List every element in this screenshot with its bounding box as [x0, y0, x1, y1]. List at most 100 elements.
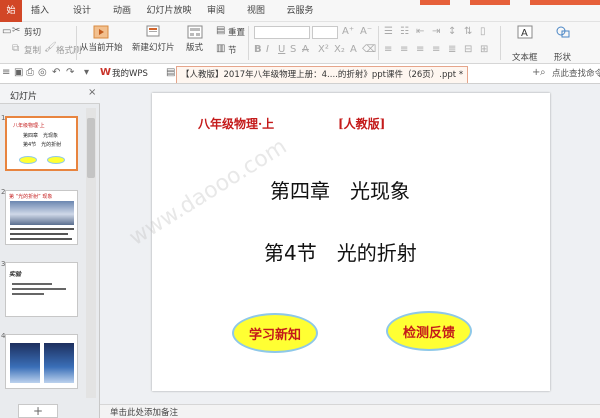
line-spacing-icon[interactable]: ↕ — [448, 26, 456, 37]
menu-bar: 始 插入 设计 动画 幻灯片放映 审阅 视图 云服务 — [0, 0, 600, 22]
section-icon: ▥ — [216, 43, 226, 54]
notes-bar[interactable]: 单击此处添加备注 — [100, 404, 600, 418]
panel-header: 幻灯片 × — [0, 84, 100, 104]
subscript-icon[interactable]: X₂ — [334, 44, 345, 55]
thumb2-text-line — [10, 228, 74, 230]
font-size-select[interactable] — [312, 26, 338, 39]
thumb-oval-learn — [19, 156, 37, 164]
columns-icon[interactable]: ▯ — [480, 26, 486, 37]
bold-icon[interactable]: B — [254, 44, 262, 55]
font-name-select[interactable] — [254, 26, 310, 39]
divider — [248, 26, 249, 60]
test-button-label: 检测反馈 — [402, 325, 455, 341]
slide-thumbnail-2[interactable]: 第 “光的折射” 现象 — [5, 190, 78, 245]
notes-placeholder[interactable]: 单击此处添加备注 — [110, 406, 178, 418]
new-slide-button[interactable]: 新建幻灯片 — [132, 25, 175, 53]
thumb-oval-test — [47, 156, 65, 164]
tab-slideshow[interactable]: 幻灯片放映 — [144, 0, 194, 22]
grow-font-icon[interactable]: A⁺ — [342, 26, 354, 37]
justify-icon[interactable]: ≡ — [432, 44, 440, 55]
scrollbar-thumb[interactable] — [87, 118, 95, 178]
dropdown-icon[interactable]: ▾ — [84, 67, 89, 78]
shrink-font-icon[interactable]: A⁻ — [360, 26, 372, 37]
from-current-button[interactable]: 从当前开始 — [80, 25, 123, 53]
numbering-icon[interactable]: ☷ — [400, 26, 409, 37]
scissors-icon[interactable]: ✂ — [12, 25, 20, 36]
slide-thumbnail-1[interactable]: 八年级物理·上 第四章 光现象 第4节 光的折射 — [5, 116, 78, 171]
cut-button[interactable]: 剪切 — [24, 26, 41, 38]
menu-icon[interactable]: ≡ — [2, 67, 10, 78]
close-icon[interactable]: × — [88, 87, 96, 98]
undo-icon[interactable]: ↶ — [52, 67, 60, 78]
italic-icon[interactable]: I — [266, 44, 269, 55]
divider — [76, 26, 77, 60]
layout-button[interactable]: 版式 — [186, 25, 203, 53]
tab-animation[interactable]: 动画 — [108, 0, 136, 22]
tab-my-wps[interactable]: 我的WPS — [112, 66, 148, 83]
copy-icon[interactable]: ⧉ — [12, 43, 19, 54]
print-icon[interactable]: ⎙ — [26, 67, 34, 78]
underline-icon[interactable]: U — [278, 44, 285, 55]
window-control-strip — [420, 0, 450, 5]
thumb-chapter: 第四章 光现象 — [23, 133, 59, 139]
search-icon[interactable]: ⌕ — [540, 67, 546, 78]
slide-edition-label: [人教版] — [338, 117, 386, 131]
ppt-file-icon: ▤ — [166, 67, 176, 78]
tab-home[interactable]: 始 — [0, 0, 22, 22]
clear-format-icon[interactable]: ⌫ — [362, 44, 376, 55]
document-tab-bar: ≡ ▣ ⎙ ◎ ↶ ↷ ▾ W 我的WPS ▤ 【人教版】2017年八年级物理上… — [0, 64, 600, 84]
tab-review[interactable]: 审阅 — [202, 0, 230, 22]
thumb4-image-left — [10, 343, 40, 383]
tab-view[interactable]: 视图 — [242, 0, 270, 22]
preview-icon[interactable]: ◎ — [38, 67, 47, 78]
indent-icon[interactable]: ⇥ — [432, 26, 440, 37]
test-feedback-button[interactable]: 检测反馈 — [386, 311, 472, 351]
thumb3-text-line — [12, 293, 44, 295]
window-control-strip-2 — [470, 0, 510, 5]
align-text-icon[interactable]: ⊟ — [464, 44, 472, 55]
tab-insert[interactable]: 插入 — [26, 0, 54, 22]
thumbnail-scrollbar[interactable] — [86, 108, 96, 398]
copy-button[interactable]: 复制 — [24, 44, 41, 56]
thumb2-text-line — [10, 238, 72, 240]
paste-icon[interactable]: ▭ — [2, 26, 11, 37]
smartart-icon[interactable]: ⊞ — [480, 44, 488, 55]
slide-thumbnail-3[interactable]: 实验 — [5, 262, 78, 317]
thumb3-text-line — [12, 283, 52, 285]
shadow-icon[interactable]: S — [290, 44, 296, 55]
tab-design[interactable]: 设计 — [68, 0, 96, 22]
distribute-icon[interactable]: ≣ — [448, 44, 456, 55]
shapes-icon — [556, 26, 569, 38]
learn-new-knowledge-button[interactable]: 学习新知 — [232, 313, 318, 353]
strikethrough-icon[interactable]: A — [302, 44, 309, 55]
align-center-icon[interactable]: ≡ — [400, 44, 408, 55]
slide-section-title: 第4节 光的折射 — [264, 241, 417, 265]
align-left-icon[interactable]: ≡ — [384, 44, 392, 55]
redo-icon[interactable]: ↷ — [66, 67, 74, 78]
slide-thumbnail-panel: 幻灯片 × 1 八年级物理·上 第四章 光现象 第4节 光的折射 2 第 “光的… — [0, 84, 100, 418]
outdent-icon[interactable]: ⇤ — [416, 26, 424, 37]
thumb2-title: 第 “光的折射” 现象 — [9, 194, 53, 200]
slide-chapter-title: 第四章 光现象 — [270, 179, 410, 203]
command-search-input[interactable]: 点此查找命令 — [552, 67, 600, 81]
thumb-section: 第4节 光的折射 — [23, 142, 62, 148]
add-slide-button[interactable]: + — [18, 404, 58, 418]
superscript-icon[interactable]: X² — [318, 44, 329, 55]
panel-title: 幻灯片 — [10, 92, 38, 102]
thumb3-title: 实验 — [9, 271, 22, 278]
text-direction-icon[interactable]: ⇅ — [464, 26, 472, 37]
tab-cloud[interactable]: 云服务 — [280, 0, 320, 22]
layout-icon — [187, 25, 202, 39]
save-icon[interactable]: ▣ — [14, 67, 23, 78]
new-slide-label: 新建幻灯片 — [132, 43, 175, 53]
svg-text:A: A — [521, 28, 528, 39]
divider — [500, 26, 501, 60]
align-right-icon[interactable]: ≡ — [416, 44, 424, 55]
slide-thumbnail-4[interactable] — [5, 334, 78, 389]
tab-current-document[interactable]: 【人教版】2017年八年级物理上册：4....的折射》ppt课件（26页）.pp… — [176, 66, 469, 83]
shapes-button[interactable]: 形状 — [554, 25, 571, 63]
textbox-button[interactable]: A 文本框 — [512, 25, 538, 63]
bullets-icon[interactable]: ☰ — [384, 26, 393, 37]
font-color-icon[interactable]: A — [350, 44, 357, 55]
slide-canvas[interactable]: 八年级物理·上 [人教版] 第四章 光现象 第4节 光的折射 学习新知 检测反馈 — [152, 93, 550, 391]
